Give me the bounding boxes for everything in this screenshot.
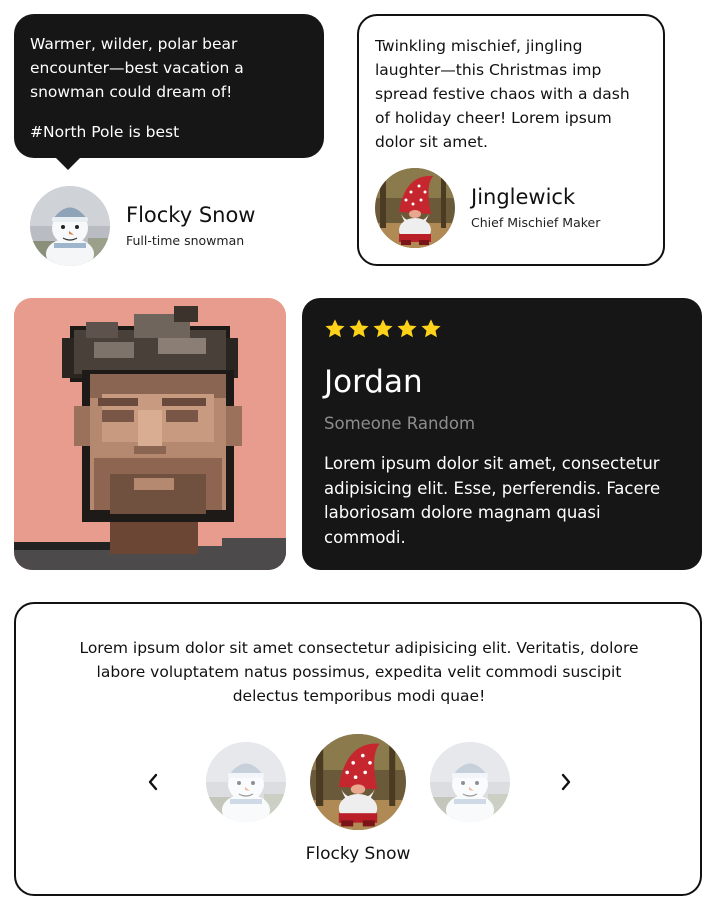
outline-author-role: Chief Mischief Maker [471, 215, 601, 230]
dark-card-name: Jordan [324, 364, 423, 400]
gnome-avatar [375, 168, 455, 248]
bubble-tail [55, 157, 81, 170]
star-icon [396, 318, 418, 340]
chevron-left-icon[interactable] [143, 770, 163, 794]
carousel-avatar-gnome-active[interactable] [310, 734, 406, 830]
star-rating [324, 318, 680, 346]
carousel-avatars [16, 732, 700, 832]
outline-author: Jinglewick Chief Mischief Maker [375, 168, 600, 248]
bubble-hashtag: #North Pole is best [30, 123, 180, 141]
outline-author-name: Jinglewick [471, 185, 576, 209]
carousel-avatar-snowman[interactable] [206, 742, 286, 822]
speech-bubble-card: Warmer, wilder, polar bear encounter—bes… [14, 14, 324, 158]
carousel-avatar-snowman[interactable] [430, 742, 510, 822]
dark-card-subtitle: Someone Random [324, 414, 476, 433]
bubble-author-name: Flocky Snow [126, 203, 256, 227]
star-icon [324, 318, 346, 340]
star-icon [372, 318, 394, 340]
testimonials-page: Warmer, wilder, polar bear encounter—bes… [0, 0, 719, 911]
outline-author-meta: Jinglewick Chief Mischief Maker [471, 184, 600, 232]
testimonial-carousel: Lorem ipsum dolor sit amet consectetur a… [14, 602, 702, 896]
dark-card-quote: Lorem ipsum dolor sit amet, consectetur … [324, 454, 661, 547]
bubble-quote: Warmer, wilder, polar bear encounter—bes… [30, 35, 244, 101]
carousel-quote: Lorem ipsum dolor sit amet consectetur a… [79, 639, 639, 705]
star-icon [420, 318, 442, 340]
dark-testimonial-card: Jordan Someone Random Lorem ipsum dolor … [302, 298, 702, 570]
carousel-active-name: Flocky Snow [305, 844, 411, 864]
bubble-author-role: Full-time snowman [126, 233, 245, 248]
outline-testimonial-card: Twinkling mischief, jingling laughter—th… [357, 14, 665, 266]
bubble-author-meta: Flocky Snow Full-time snowman [126, 202, 256, 250]
pixel-art-portrait [14, 298, 286, 570]
snowman-avatar [30, 186, 110, 266]
star-icon [348, 318, 370, 340]
outline-quote: Twinkling mischief, jingling laughter—th… [375, 37, 630, 151]
chevron-right-icon[interactable] [556, 770, 576, 794]
bubble-author: Flocky Snow Full-time snowman [30, 186, 256, 266]
